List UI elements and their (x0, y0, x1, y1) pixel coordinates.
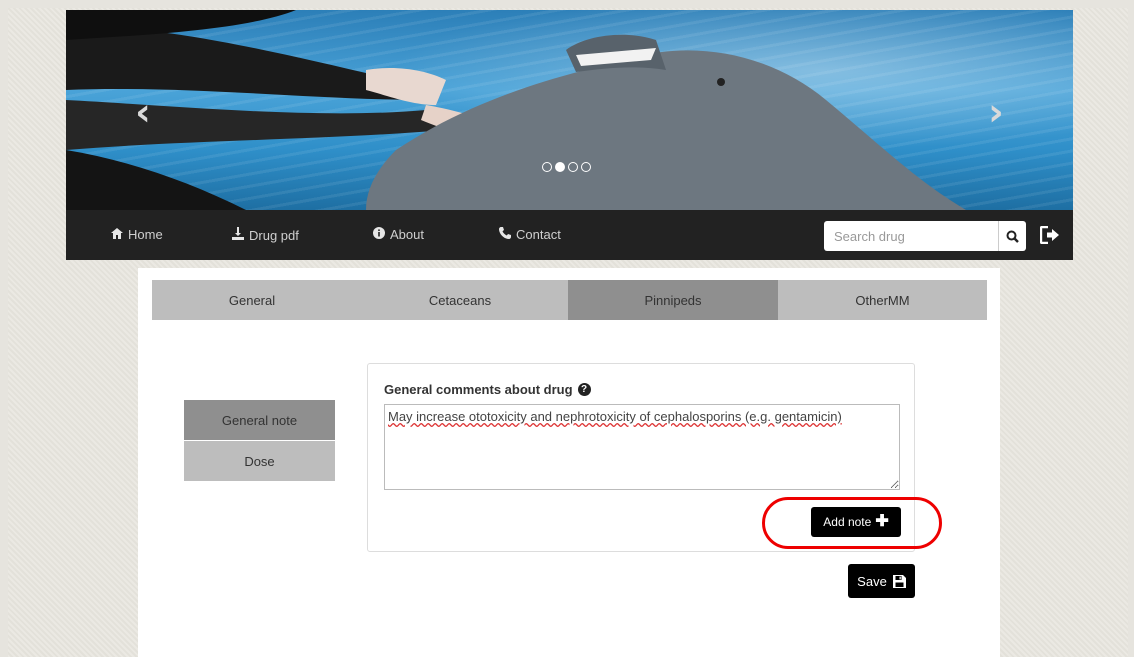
drug-editor-card: General Cetaceans Pinnipeds OtherMM Gene… (138, 268, 1000, 657)
general-comment-textarea[interactable] (384, 404, 900, 490)
species-tabs: General Cetaceans Pinnipeds OtherMM (152, 280, 987, 320)
nav-home[interactable]: Home (111, 227, 163, 242)
save-button[interactable]: Save (848, 564, 915, 598)
add-note-button[interactable]: Add note ✚ (811, 507, 901, 537)
carousel-next-arrow[interactable]: › (981, 92, 1011, 132)
tab-cetaceans[interactable]: Cetaceans (352, 280, 568, 320)
panel-title-text: General comments about drug (384, 382, 573, 397)
tab-general[interactable]: General (152, 280, 352, 320)
search-drug-input[interactable] (824, 221, 998, 251)
carousel-prev-arrow[interactable]: ‹ (128, 92, 158, 132)
carousel-indicators (542, 162, 591, 172)
tab-othermm[interactable]: OtherMM (778, 280, 987, 320)
dolphin-trainer-photo (66, 10, 966, 210)
panel-title: General comments about drug ? (384, 382, 591, 397)
phone-icon (499, 227, 511, 242)
nav-contact-label: Contact (516, 227, 561, 242)
side-menu-general-note[interactable]: General note (184, 400, 335, 440)
nav-drug-pdf[interactable]: Drug pdf (232, 227, 299, 243)
info-icon (373, 227, 385, 242)
nav-about[interactable]: About (373, 227, 424, 242)
nav-home-label: Home (128, 227, 163, 242)
add-note-label: Add note (823, 515, 872, 529)
carousel-indicator[interactable] (542, 162, 552, 172)
hero-carousel: ‹ › (66, 10, 1073, 210)
plus-icon: ✚ (875, 513, 889, 530)
general-comments-panel: General comments about drug ? Add note ✚ (367, 363, 915, 552)
download-icon (232, 227, 244, 243)
main-navbar: Home Drug pdf About Contact (66, 210, 1073, 260)
nav-about-label: About (390, 227, 424, 242)
carousel-indicator[interactable] (581, 162, 591, 172)
nav-contact[interactable]: Contact (499, 227, 561, 242)
search-button[interactable] (998, 221, 1026, 251)
logout-button[interactable] (1039, 224, 1061, 246)
logout-icon (1040, 226, 1059, 244)
carousel-slide-image (66, 10, 1073, 210)
help-icon[interactable]: ? (577, 383, 591, 396)
nav-drug-pdf-label: Drug pdf (249, 227, 299, 243)
carousel-indicator-active[interactable] (555, 162, 565, 172)
carousel-indicator[interactable] (568, 162, 578, 172)
search-icon (1006, 230, 1019, 243)
save-icon (892, 574, 906, 588)
tab-pinnipeds[interactable]: Pinnipeds (568, 280, 778, 320)
save-label: Save (857, 573, 887, 589)
side-menu-dose[interactable]: Dose (184, 441, 335, 481)
home-icon (111, 227, 123, 242)
